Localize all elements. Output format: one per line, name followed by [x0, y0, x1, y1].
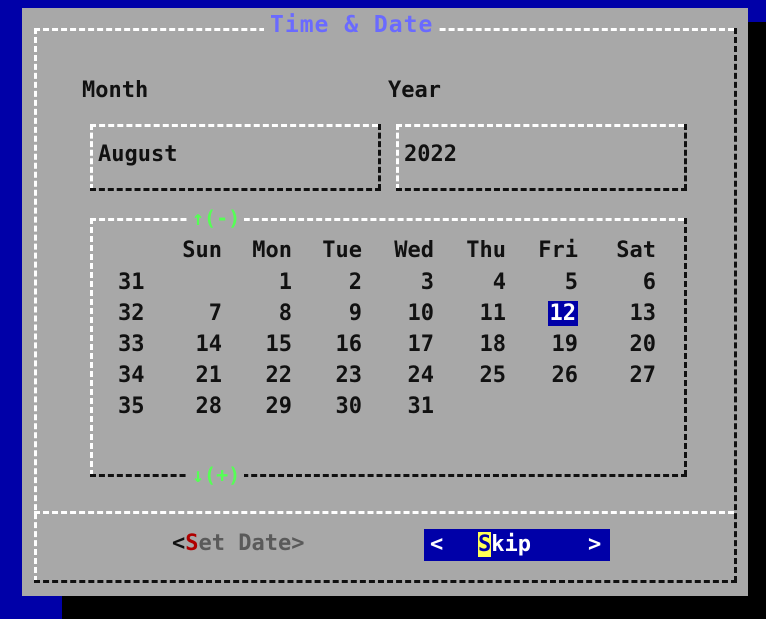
calendar-day[interactable]: 18: [462, 330, 507, 360]
calendar-day[interactable]: 22: [248, 361, 293, 391]
calendar-day[interactable]: 14: [178, 330, 223, 360]
next-month-arrow-icon[interactable]: ↓(+): [188, 463, 245, 487]
calendar-day[interactable]: 28: [178, 392, 223, 422]
calendar-day[interactable]: 24: [390, 361, 435, 391]
dialog-frame-left: [34, 28, 37, 582]
year-value: 2022: [404, 142, 457, 167]
dialog-frame-bottom: [34, 580, 737, 583]
day-header-wed: Wed: [394, 238, 434, 263]
calendar-day[interactable]: 4: [462, 268, 506, 298]
day-header-tue: Tue: [322, 238, 362, 263]
calendar-day[interactable]: 26: [534, 361, 579, 391]
calendar-day[interactable]: 5: [534, 268, 578, 298]
calendar-day[interactable]: 16: [318, 330, 363, 360]
skip-button[interactable]: < Skip >: [424, 529, 610, 561]
week-number: 31: [118, 270, 145, 295]
week-number: 32: [118, 301, 145, 326]
day-header-sat: Sat: [616, 238, 656, 263]
time-date-dialog: Time & Date Month Year August 2022 ↑(-) …: [22, 8, 748, 596]
dialog-shadow-bottom: [62, 596, 766, 619]
calendar-day[interactable]: 10: [390, 299, 435, 329]
day-header-mon: Mon: [252, 238, 292, 263]
calendar-day[interactable]: 2: [318, 268, 362, 298]
calendar-day[interactable]: 19: [534, 330, 579, 360]
calendar-day[interactable]: 11: [462, 299, 507, 329]
calendar-day[interactable]: 31: [390, 392, 435, 422]
calendar-day[interactable]: 8: [248, 299, 292, 329]
calendar-day[interactable]: 30: [318, 392, 363, 422]
calendar-day[interactable]: 15: [248, 330, 293, 360]
calendar-day[interactable]: 29: [248, 392, 293, 422]
calendar-day[interactable]: 23: [318, 361, 363, 391]
week-number: 34: [118, 363, 145, 388]
calendar-day[interactable]: 9: [318, 299, 362, 329]
set-date-button[interactable]: <Set Date>: [172, 528, 304, 560]
calendar-day[interactable]: 25: [462, 361, 507, 391]
dialog-frame-right: [734, 28, 737, 582]
calendar-day[interactable]: 20: [612, 330, 657, 360]
set-date-hotkey: S: [185, 531, 199, 556]
week-number: 35: [118, 394, 145, 419]
calendar-day[interactable]: 1: [248, 268, 292, 298]
prev-month-arrow-icon[interactable]: ↑(-): [188, 206, 245, 230]
day-header-fri: Fri: [538, 238, 578, 263]
dialog-shadow-right: [748, 22, 766, 619]
calendar-day[interactable]: 7: [178, 299, 222, 329]
selected-day[interactable]: 12: [534, 299, 578, 329]
skip-hotkey: S: [478, 532, 492, 557]
calendar-day[interactable]: 13: [612, 299, 657, 329]
dialog-title: Time & Date: [264, 12, 440, 38]
year-label: Year: [388, 78, 441, 103]
month-label: Month: [82, 78, 149, 103]
calendar-day[interactable]: 27: [612, 361, 657, 391]
month-value: August: [98, 142, 178, 167]
day-header-sun: Sun: [182, 238, 222, 263]
calendar-day[interactable]: 21: [178, 361, 223, 391]
day-header-thu: Thu: [466, 238, 506, 263]
calendar-day[interactable]: 3: [390, 268, 434, 298]
calendar-day[interactable]: 17: [390, 330, 435, 360]
week-number: 33: [118, 332, 145, 357]
calendar-day[interactable]: 6: [612, 268, 656, 298]
button-separator: [34, 511, 734, 514]
